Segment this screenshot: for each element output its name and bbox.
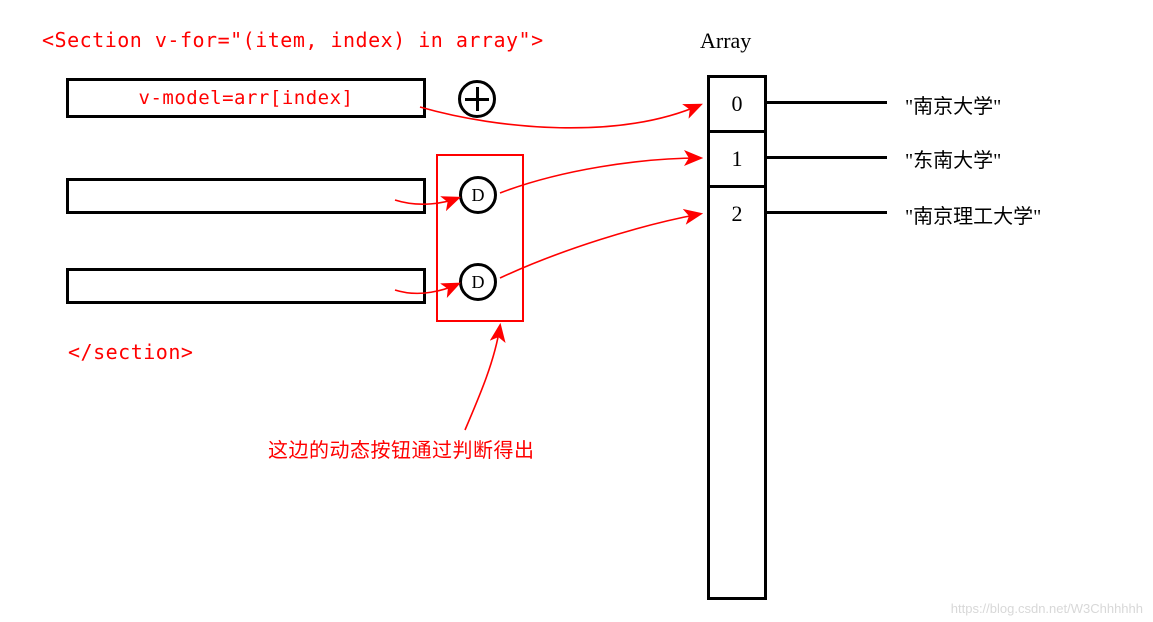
watermark: https://blog.csdn.net/W3Chhhhhh [951,601,1143,616]
array-title: Array [700,28,751,54]
d-label: D [472,272,485,293]
add-button[interactable] [458,80,496,118]
connector-line-1 [767,156,887,159]
delete-button-1[interactable]: D [459,176,497,214]
dynamic-button-note: 这边的动态按钮通过判断得出 [268,434,535,463]
connector-line-2 [767,211,887,214]
array-column: 0 1 2 [707,75,767,600]
array-value-2: "南京理工大学" [905,200,1041,229]
array-cell-1: 1 [710,130,764,185]
section-close-text: </section> [68,340,193,364]
array-value-1: "东南大学" [905,144,1001,173]
array-cell-0: 0 [710,75,764,130]
input-box-1[interactable] [66,178,426,214]
array-cell-2: 2 [710,185,764,240]
connector-line-0 [767,101,887,104]
input-box-0[interactable]: v-model=arr[index] [66,78,426,118]
vmodel-label: v-model=arr[index] [139,87,354,109]
section-open-text: <Section v-for="(item, index) in array"> [42,28,544,52]
array-value-0: "南京大学" [905,90,1001,119]
d-label: D [472,185,485,206]
delete-button-2[interactable]: D [459,263,497,301]
input-box-2[interactable] [66,268,426,304]
